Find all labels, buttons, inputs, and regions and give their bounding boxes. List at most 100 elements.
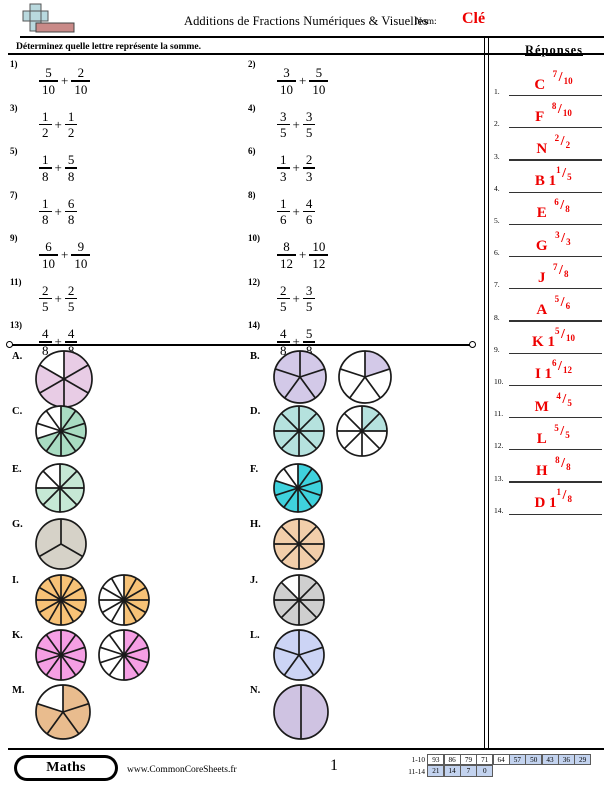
score-cell-empty [493,765,510,776]
brand-label: Maths [17,758,115,778]
footer-divider [8,748,604,750]
answer-value: I 1 6/12 [509,358,602,383]
fraction-slash: / [557,101,562,117]
score-cell: 79 [459,754,477,766]
answer-value: J 7/8 [509,262,602,287]
problem-number: 8) [248,189,256,200]
denominator: 12 [563,365,573,376]
answer-letter: A [536,302,548,319]
answer-fraction: 7/10 [553,69,577,89]
answer-number: 2. [494,119,500,129]
answer-row: 5. E 6/8 [494,193,606,225]
numerator: 3 [283,65,290,81]
plus-sign: + [61,73,69,88]
answer-number: 6. [494,248,500,258]
pie-label: N. [250,685,261,696]
pie-circle-1 [273,350,327,404]
numerator: 5 [305,326,313,342]
pie-circle-2 [336,405,388,457]
score-cell: 14 [443,765,461,777]
pie-circle-1 [35,684,91,740]
answer-letter: J [538,269,546,286]
instruction-text: Déterminez quelle lettre représente la s… [16,41,201,52]
fraction-second: 9 10 [70,239,91,271]
denominator: 8 [564,268,569,279]
answer-fraction: 1/8 [557,487,577,507]
numerator: 1 [280,152,287,168]
denominator: 10 [74,255,88,271]
whole-number: 1 [548,173,557,190]
fraction-second: 46 [302,197,317,226]
score-cell-empty [542,765,559,776]
numerator: 4 [67,326,75,342]
fraction-second: 35 [302,284,317,313]
numerator: 4 [280,326,287,342]
pie-label: H. [250,519,261,530]
problem-number: 4) [248,102,256,113]
fraction-slash: / [562,488,567,504]
answer-value: F 8/10 [509,101,602,126]
plus-sign: + [54,334,62,349]
page-title: Additions de Fractions Numériques & Visu… [183,14,429,28]
denominator: 2 [565,140,571,151]
answer-row: 9. K 1 5/10 [494,322,606,354]
fraction-first: 13 [276,152,291,184]
score-cell: 43 [541,754,559,766]
answer-row: 6. G 3/3 [494,225,606,258]
denominator: 10 [42,81,55,97]
pie-label: C. [12,406,23,417]
pie-label: F. [250,464,259,475]
numerator: 2 [554,133,560,144]
answer-value: C 7/10 [509,69,602,94]
pie-circle-1 [35,629,87,681]
denominator: 10 [74,81,88,97]
answer-letter: B [534,173,545,190]
plus-sign: + [299,247,307,262]
pie-label: G. [12,519,23,530]
denominator: 12 [280,255,293,271]
answer-value: M 4/5 [509,391,602,416]
pie-circle-1 [35,518,87,570]
denominator: 6 [280,212,287,228]
pie-label: J. [250,575,258,586]
score-cell: 36 [557,754,575,766]
pie-circle-2 [338,350,392,404]
fraction-first: 8 12 [276,240,297,271]
score-row-label: 11-14 [408,766,425,776]
whole-number: 1 [544,366,553,383]
whole-number: 1 [549,495,557,512]
score-row: 11-14 21 14 7 0 [398,765,591,777]
answer-number: 4. [494,183,500,193]
denominator: 8 [67,212,75,228]
answer-letter: E [536,205,547,222]
problem-number: 9) [10,233,18,243]
answer-number: 12. [494,441,504,451]
denominator: 5 [280,125,287,141]
fraction-slash: / [560,295,565,311]
answer-fraction: 1/5 [556,165,576,185]
plus-sign: + [61,247,69,262]
numerator: 7 [552,68,558,79]
numerator: 9 [77,239,85,255]
plus-sign: + [292,116,300,132]
answer-value: N 2/2 [509,133,602,158]
denominator: 10 [312,81,326,97]
score-cell: 0 [476,765,494,777]
problem-number: 2) [248,59,256,69]
score-cell: 7 [459,765,477,777]
brand-badge: Maths [14,755,118,781]
pie-circles [34,517,88,571]
numerator: 2 [280,282,287,298]
answer-blank-line [509,513,602,515]
fraction-second: 2 10 [70,66,91,97]
numerator: 4 [305,195,313,211]
denominator: 3 [280,168,287,184]
numerator: 5 [554,422,559,433]
pie-label: M. [12,685,25,696]
fraction-first: 35 [276,110,291,139]
problem-expression: 1 3 +2 3 [276,145,316,191]
pie-circle-2 [98,629,150,681]
answer-number: 11. [494,409,504,419]
answer-row: 12. L 5/5 [494,418,606,451]
problem-number: 11) [10,276,22,287]
